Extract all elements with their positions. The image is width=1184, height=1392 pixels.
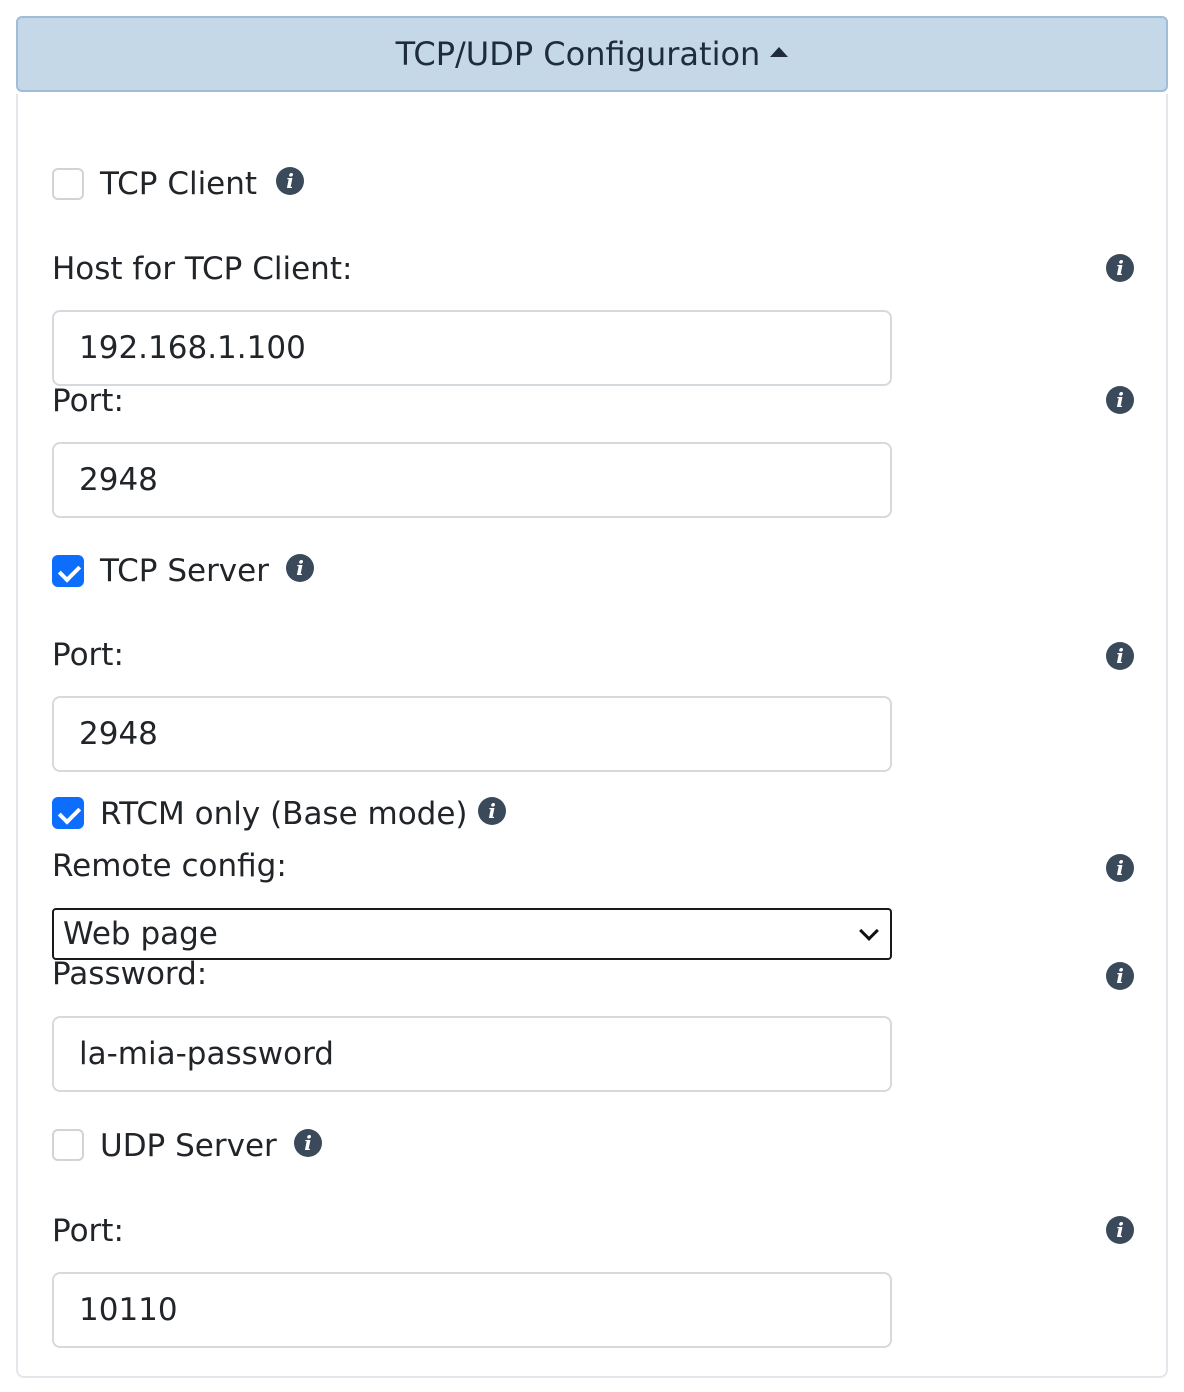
caret-up-icon: [770, 47, 789, 57]
info-icon[interactable]: i: [286, 554, 314, 582]
udp-server-label: UDP Server: [100, 1128, 277, 1164]
remote-config-label: Remote config:: [52, 848, 287, 884]
tcp-server-label: TCP Server: [100, 553, 269, 589]
tcp-client-checkbox[interactable]: [52, 168, 84, 200]
tcp-client-port-input[interactable]: 2948: [52, 442, 892, 518]
tcp-udp-config-card: TCP/UDP Configuration TCP Client i Host …: [16, 16, 1168, 1378]
info-icon[interactable]: i: [478, 797, 506, 825]
info-icon[interactable]: i: [1106, 962, 1134, 990]
info-icon[interactable]: i: [1106, 854, 1134, 882]
tcp-server-port-input[interactable]: 2948: [52, 696, 892, 772]
password-label: Password:: [52, 956, 208, 992]
info-icon[interactable]: i: [1106, 642, 1134, 670]
tcp-udp-config-header[interactable]: TCP/UDP Configuration: [16, 16, 1168, 92]
info-icon[interactable]: i: [1106, 254, 1134, 282]
tcp-server-port-label: Port:: [52, 637, 124, 673]
rtcm-only-label: RTCM only (Base mode): [100, 796, 468, 832]
remote-config-select[interactable]: Web page: [52, 908, 892, 960]
remote-config-selected-value: Web page: [63, 916, 218, 952]
info-icon[interactable]: i: [1106, 386, 1134, 414]
udp-server-port-label: Port:: [52, 1213, 124, 1249]
info-icon[interactable]: i: [294, 1129, 322, 1157]
header-title: TCP/UDP Configuration: [395, 35, 761, 73]
tcp-client-port-label: Port:: [52, 383, 124, 419]
rtcm-only-checkbox[interactable]: [52, 797, 84, 829]
tcp-client-host-label: Host for TCP Client:: [52, 251, 353, 287]
info-icon[interactable]: i: [276, 167, 304, 195]
info-icon[interactable]: i: [1106, 1216, 1134, 1244]
password-input[interactable]: la-mia-password: [52, 1016, 892, 1092]
udp-server-checkbox[interactable]: [52, 1129, 84, 1161]
tcp-client-host-input[interactable]: 192.168.1.100: [52, 310, 892, 386]
chevron-down-icon: [859, 921, 879, 941]
config-body: TCP Client i Host for TCP Client: i 192.…: [16, 94, 1168, 1378]
udp-server-port-input[interactable]: 10110: [52, 1272, 892, 1348]
tcp-client-label: TCP Client: [100, 166, 258, 202]
tcp-server-checkbox[interactable]: [52, 555, 84, 587]
